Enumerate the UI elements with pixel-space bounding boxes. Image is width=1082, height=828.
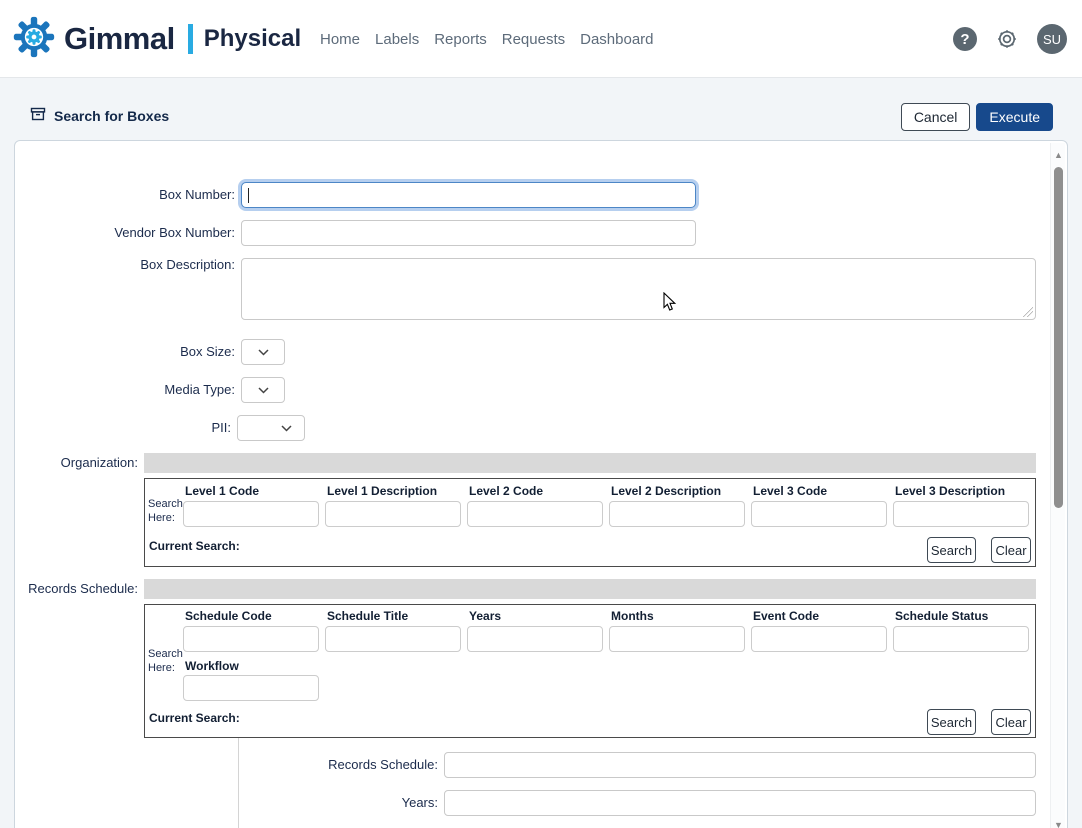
brand-divider: [188, 24, 193, 54]
org-level3-code-input[interactable]: [751, 501, 887, 527]
rs-event-code-input[interactable]: [751, 626, 887, 652]
box-size-label: Box Size:: [15, 339, 238, 365]
org-col-header-6: Level 3 Description: [895, 484, 1005, 498]
rs-col-header-4: Months: [611, 609, 654, 623]
org-level2-description-input[interactable]: [609, 501, 745, 527]
rs-months-input[interactable]: [609, 626, 745, 652]
records-schedule-field-input[interactable]: [444, 752, 1036, 778]
page-title-row: Search for Boxes: [30, 106, 169, 125]
rs-col-header-3: Years: [469, 609, 501, 623]
org-clear-button[interactable]: Clear: [991, 537, 1031, 563]
org-search-button[interactable]: Search: [927, 537, 976, 563]
user-avatar[interactable]: SU: [1037, 24, 1067, 54]
search-boxes-icon: [30, 106, 46, 125]
brand-product: Physical: [204, 25, 301, 53]
page-title: Search for Boxes: [54, 108, 169, 124]
records-schedule-section-bar[interactable]: [144, 579, 1036, 599]
chevron-down-icon: [258, 387, 269, 394]
help-icon[interactable]: ?: [953, 27, 977, 51]
settings-gear-icon[interactable]: [994, 26, 1020, 52]
vendor-box-number-input[interactable]: [241, 220, 696, 246]
vendor-box-number-label: Vendor Box Number:: [15, 220, 238, 246]
rs-search-here-label: Search Here:: [148, 647, 188, 675]
organization-label: Organization:: [15, 450, 141, 476]
org-level3-description-input[interactable]: [893, 501, 1029, 527]
rs-search-button[interactable]: Search: [927, 709, 976, 735]
org-current-search-label: Current Search:: [149, 539, 240, 553]
pii-select[interactable]: [237, 415, 305, 441]
rs-col-header-workflow: Workflow: [185, 659, 239, 673]
years-field-input[interactable]: [444, 790, 1036, 816]
resize-grip-icon[interactable]: [1023, 307, 1033, 317]
organization-search-here-label: Search Here:: [148, 497, 188, 525]
nav-item-dashboard[interactable]: Dashboard: [580, 31, 653, 48]
app-header: Gimmal Physical Home Labels Reports Requ…: [0, 0, 1082, 78]
box-description-textarea[interactable]: [241, 258, 1036, 320]
organization-section-panel: Search Here: Level 1 Code Level 1 Descri…: [144, 478, 1036, 567]
gimmal-gear-logo-icon: [12, 15, 56, 64]
box-number-label: Box Number:: [15, 182, 238, 208]
years-field-label: Years:: [15, 790, 441, 816]
box-size-select[interactable]: [241, 339, 285, 365]
nav-item-labels[interactable]: Labels: [375, 31, 419, 48]
vertical-scrollbar[interactable]: ▲ ▼: [1050, 143, 1065, 828]
rs-col-header-6: Schedule Status: [895, 609, 988, 623]
rs-col-header-2: Schedule Title: [327, 609, 408, 623]
org-col-header-4: Level 2 Description: [611, 484, 721, 498]
search-form-panel: Box Number: Vendor Box Number: Box Descr…: [14, 140, 1068, 828]
rs-schedule-code-input[interactable]: [183, 626, 319, 652]
nav-item-reports[interactable]: Reports: [434, 31, 487, 48]
pii-label: PII:: [15, 415, 234, 441]
org-col-header-2: Level 1 Description: [327, 484, 437, 498]
text-caret: [248, 188, 249, 203]
media-type-select[interactable]: [241, 377, 285, 403]
organization-section-bar[interactable]: [144, 453, 1036, 473]
execute-button[interactable]: Execute: [976, 103, 1053, 131]
brand-name: Gimmal: [64, 21, 175, 57]
rs-schedule-status-input[interactable]: [893, 626, 1029, 652]
records-schedule-field-label: Records Schedule:: [15, 752, 441, 778]
org-col-header-3: Level 2 Code: [469, 484, 543, 498]
media-type-label: Media Type:: [15, 377, 238, 403]
rs-col-header-5: Event Code: [753, 609, 819, 623]
chevron-down-icon: [258, 349, 269, 356]
nav-item-home[interactable]: Home: [320, 31, 360, 48]
org-col-header-1: Level 1 Code: [185, 484, 259, 498]
rs-col-header-1: Schedule Code: [185, 609, 272, 623]
rs-schedule-title-input[interactable]: [325, 626, 461, 652]
rs-clear-button[interactable]: Clear: [991, 709, 1031, 735]
scroll-down-icon[interactable]: ▼: [1051, 819, 1066, 828]
scrollbar-thumb[interactable]: [1054, 167, 1063, 508]
rs-workflow-input[interactable]: [183, 675, 319, 701]
box-number-input[interactable]: [241, 182, 696, 208]
org-level2-code-input[interactable]: [467, 501, 603, 527]
scroll-up-icon[interactable]: ▲: [1051, 149, 1066, 161]
brand-logo[interactable]: Gimmal Physical: [12, 0, 301, 78]
org-level1-description-input[interactable]: [325, 501, 461, 527]
org-col-header-5: Level 3 Code: [753, 484, 827, 498]
rs-current-search-label: Current Search:: [149, 711, 240, 725]
cancel-button[interactable]: Cancel: [901, 103, 971, 131]
box-description-label: Box Description:: [15, 255, 238, 275]
nav-item-requests[interactable]: Requests: [502, 31, 565, 48]
records-schedule-picker-label: Records Schedule:: [15, 576, 141, 602]
records-schedule-section-panel: Search Here: Schedule Code Schedule Titl…: [144, 604, 1036, 738]
rs-years-input[interactable]: [467, 626, 603, 652]
org-level1-code-input[interactable]: [183, 501, 319, 527]
main-nav: Home Labels Reports Requests Dashboard: [320, 0, 654, 78]
chevron-down-icon: [281, 425, 292, 432]
